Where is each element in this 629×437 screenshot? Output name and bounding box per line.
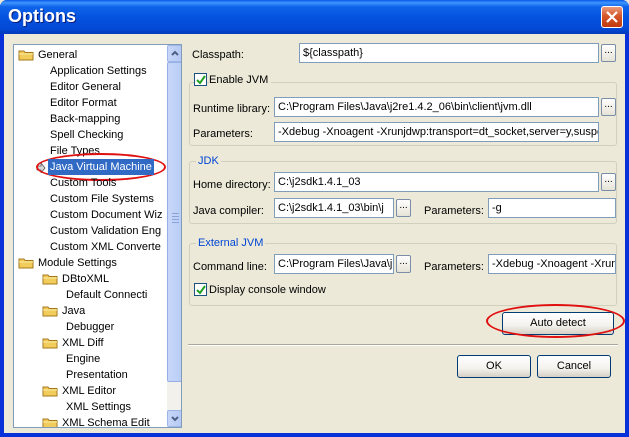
tree-scrollbar[interactable] [167, 45, 181, 427]
runtime-library-label: Runtime library: [193, 103, 271, 115]
chevron-up-icon [171, 50, 179, 56]
tree-item-label: Module Settings [38, 257, 117, 269]
folder-icon [42, 417, 59, 427]
tree-item-label: Custom Document Wiz [50, 209, 163, 221]
command-line-input[interactable]: C:\Program Files\Java\j [274, 254, 394, 274]
external-jvm-group-label: External JVM [196, 236, 266, 250]
display-console-label: Display console window [209, 284, 326, 296]
scroll-down-button[interactable] [167, 410, 181, 427]
enable-jvm-label: Enable JVM [209, 73, 272, 87]
checkmark-icon [196, 285, 206, 295]
tree-item-label: General [38, 49, 78, 61]
cancel-button[interactable]: Cancel [537, 355, 611, 378]
jdk-parameters-input[interactable]: -g [488, 198, 616, 218]
runtime-library-input[interactable]: C:\Program Files\Java\j2re1.4.2_06\bin\c… [274, 97, 599, 117]
window-title: Options [8, 6, 76, 26]
folder-icon [42, 385, 59, 397]
tree-item-label: Default Connecti [66, 289, 148, 301]
highlight-ring [486, 304, 625, 338]
classpath-browse-button[interactable]: ... [601, 44, 616, 62]
folder-icon [42, 337, 59, 349]
tree-item-label: Back-mapping [50, 113, 121, 125]
java-compiler-label: Java compiler: [193, 205, 264, 217]
dialog-body: General Application Settings Editor Genera… [4, 34, 625, 433]
divider [188, 344, 618, 346]
tree-item-label: Editor General [50, 81, 121, 93]
tree-item-label: Java [62, 305, 86, 317]
home-directory-input[interactable]: C:\j2sdk1.4.1_03 [274, 172, 599, 192]
java-compiler-input[interactable]: C:\j2sdk1.4.1_03\bin\j [274, 198, 394, 218]
command-browse-button[interactable]: ... [396, 255, 411, 273]
command-line-label: Command line: [193, 261, 267, 273]
parameters-label: Parameters: [193, 128, 253, 140]
home-browse-button[interactable]: ... [601, 173, 616, 191]
classpath-input[interactable]: ${classpath} [299, 43, 599, 63]
classpath-label: Classpath: [192, 49, 244, 61]
scroll-thumb[interactable] [167, 62, 181, 382]
folder-icon [18, 257, 35, 269]
tree-item-label: Editor Format [50, 97, 117, 109]
home-directory-label: Home directory: [193, 179, 271, 191]
tree-item-label: Custom Tools [50, 177, 117, 189]
external-parameters-input[interactable]: -Xdebug -Xnoagent -Xrunj [488, 254, 616, 274]
enable-jvm-checkbox[interactable] [194, 73, 207, 86]
folder-icon [42, 305, 59, 317]
tree-item-label: Custom Validation Eng [50, 225, 162, 237]
jdk-parameters-label: Parameters: [424, 205, 484, 217]
tree-item-label: XML Schema Edit [62, 417, 150, 428]
ok-button[interactable]: OK [457, 355, 531, 378]
tree-item-label: Java Virtual Machine [48, 159, 154, 175]
title-bar[interactable]: Options [0, 0, 629, 34]
tree-item-label: Engine [66, 353, 101, 365]
folder-icon [18, 49, 35, 61]
tree-item-label: XML Settings [66, 401, 132, 413]
tree-item-label: Debugger [66, 321, 115, 333]
close-icon [606, 11, 618, 23]
tree-item-label: Application Settings [50, 65, 147, 77]
checkmark-icon [196, 75, 206, 85]
tree-item-label: XML Diff [62, 337, 104, 349]
folder-icon [42, 273, 59, 285]
runtime-browse-button[interactable]: ... [601, 98, 616, 116]
display-console-checkbox[interactable] [194, 283, 207, 296]
close-button[interactable] [601, 6, 623, 28]
options-tree[interactable]: General Application Settings Editor Genera… [13, 44, 182, 428]
external-parameters-label: Parameters: [424, 261, 484, 273]
options-window: Options General Application Settings Edito… [0, 0, 629, 437]
tree-item-label: DBtoXML [62, 273, 110, 285]
tree-item-label: XML Editor [62, 385, 117, 397]
chevron-down-icon [171, 416, 179, 422]
scroll-up-button[interactable] [167, 45, 181, 62]
jvm-parameters-input[interactable]: -Xdebug -Xnoagent -Xrunjdwp:transport=dt… [274, 122, 599, 142]
tree-item-label: Presentation [66, 369, 128, 381]
tree-item-label: Spell Checking [50, 129, 124, 141]
tree-item-label: Custom File Systems [50, 193, 154, 205]
compiler-browse-button[interactable]: ... [396, 199, 411, 217]
jdk-group-label: JDK [196, 154, 221, 168]
tree-item-label: Custom XML Converte [50, 241, 161, 253]
